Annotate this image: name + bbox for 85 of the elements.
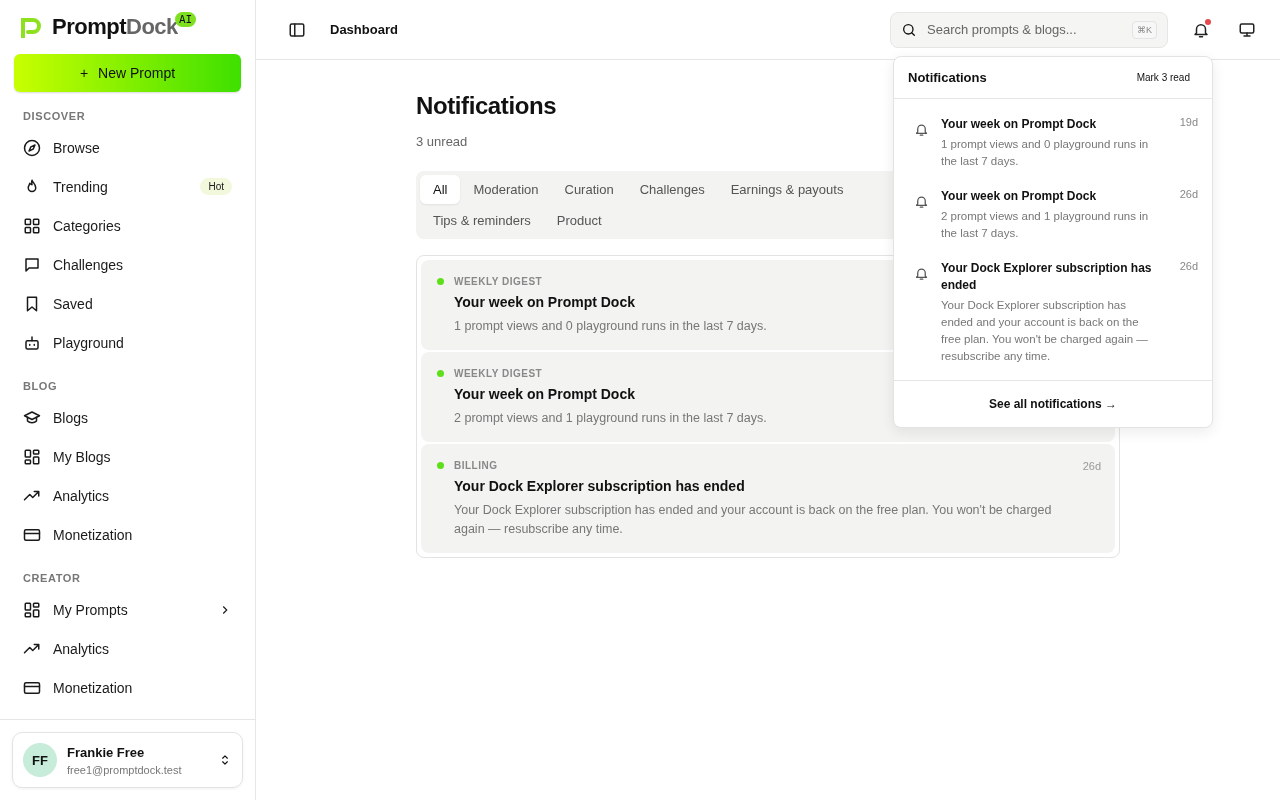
notification-time: 26d: [1082, 460, 1101, 474]
sidebar-item-label: Browse: [53, 139, 101, 156]
sidebar-item-label: Analytics: [53, 640, 111, 657]
notification-title: Your week on Prompt Dock: [454, 386, 635, 402]
dropdown-item[interactable]: Your week on Prompt Dock 2 prompt views and 1 playground runs in the last 7 days. 26d: [894, 179, 1212, 251]
sidebar-item-label: Playground: [53, 334, 125, 351]
notification-text: 2 prompt views and 1 playground runs in the last 7 days.: [454, 410, 767, 427]
logo-icon: [20, 16, 44, 38]
filter-tab[interactable]: Earnings & payouts: [717, 175, 857, 204]
user-menu[interactable]: FF Frankie Free free1@promptdock.test: [12, 732, 243, 788]
notification-category: WEEKLY DIGEST: [454, 368, 543, 379]
dropdown-item-title: Your week on Prompt Dock: [941, 116, 1098, 133]
robot-icon: [23, 333, 41, 352]
sidebar-item-label: My Prompts: [53, 601, 129, 618]
grid-icon: [23, 216, 41, 235]
dropdown-item-title: Your week on Prompt Dock: [941, 188, 1098, 205]
notification-title: Your week on Prompt Dock: [454, 294, 635, 310]
sidebar-item-label: Analytics: [53, 487, 111, 504]
sidebar-icon: [288, 20, 306, 39]
sidebar-item[interactable]: Blogs: [14, 398, 241, 437]
filter-tab[interactable]: Curation: [551, 175, 627, 204]
compass-icon: [23, 138, 41, 157]
hot-badge: Hot: [200, 178, 232, 195]
dropdown-item[interactable]: Your week on Prompt Dock 1 prompt views and 0 playground runs in the last 7 days. 19d: [894, 107, 1212, 179]
search-input[interactable]: Search prompts & blogs...: [925, 21, 1124, 38]
filter-tab[interactable]: Product: [543, 206, 615, 235]
shortcut-hint: ⌘K: [1132, 20, 1157, 39]
page-title: Notifications: [416, 92, 558, 120]
sidebar-item[interactable]: Analytics: [14, 629, 241, 668]
dashboard-icon: [23, 600, 41, 619]
sidebar-item-label: Categories: [53, 217, 122, 234]
filter-tab[interactable]: All: [420, 175, 461, 204]
section-heading: CREATOR: [22, 571, 82, 586]
chat-icon: [23, 255, 41, 274]
sidebar-item[interactable]: Browse: [14, 128, 241, 167]
dashboard-icon: [23, 447, 41, 466]
dropdown-item-text: 2 prompt views and 1 playground runs in the last 7 days.: [941, 209, 1150, 241]
sidebar-item[interactable]: Playground: [14, 323, 241, 362]
filter-tab[interactable]: Tips & reminders: [420, 206, 544, 235]
sidebar-item[interactable]: Analytics: [14, 476, 241, 515]
bell-icon: [914, 194, 929, 209]
dropdown-item-time: 26d: [1178, 188, 1198, 202]
user-name: Frankie Free: [67, 744, 146, 760]
sidebar-item-label: My Blogs: [53, 448, 112, 465]
sidebar-item-label: Monetization: [53, 679, 134, 696]
sidebar-item-label: Saved: [53, 295, 94, 312]
sidebar-item[interactable]: Categories: [14, 206, 241, 245]
user-email: free1@promptdock.test: [67, 763, 183, 776]
section-heading: BLOG: [22, 379, 59, 394]
bell-icon: [914, 266, 929, 281]
notification-text: 1 prompt views and 0 playground runs in the last 7 days.: [454, 318, 767, 335]
brand-name: PromptDock: [52, 14, 178, 40]
sidebar-item-label: Blogs: [53, 409, 90, 426]
sidebar-item-label: Trending: [53, 178, 109, 195]
page-breadcrumb: Dashboard: [330, 22, 399, 37]
mark-read-button[interactable]: Mark 3 read: [1136, 72, 1190, 83]
bell-icon: [914, 122, 929, 137]
filter-tab[interactable]: Challenges: [626, 175, 718, 204]
notification-title: Your Dock Explorer subscription has ended: [454, 478, 745, 494]
sidebar-item[interactable]: Monetization: [14, 515, 241, 554]
notification-card[interactable]: BILLING Your Dock Explorer subscription has ended Your Dock Explorer subscription has ended and your account is back on the free plan. You won't be charged again — resubscribe any time. 26d: [421, 444, 1115, 553]
unread-count: 3 unread: [416, 134, 468, 149]
sidebar-item[interactable]: Challenges: [14, 245, 241, 284]
dropdown-item-text: 1 prompt views and 0 playground runs in the last 7 days.: [941, 137, 1150, 169]
sidebar-item[interactable]: Saved: [14, 284, 241, 323]
notification-category: BILLING: [454, 460, 498, 471]
monitor-icon: [1238, 20, 1256, 39]
notification-text: Your Dock Explorer subscription has ended and your account is back on the free plan. You won't be charged again — resubscribe any time.: [454, 502, 1053, 538]
search-field[interactable]: Search prompts & blogs... ⌘K: [890, 11, 1168, 48]
sidebar-item[interactable]: My Prompts: [14, 590, 241, 629]
dropdown-title: Notifications: [908, 70, 987, 85]
search-icon: [901, 21, 917, 38]
ai-badge: AI: [175, 12, 197, 27]
sidebar-item-label: Challenges: [53, 256, 125, 273]
dropdown-item-time: 26d: [1178, 260, 1198, 274]
sidebar-item-label: Monetization: [53, 526, 134, 543]
filter-tab[interactable]: Moderation: [460, 175, 552, 204]
sidebar-item[interactable]: Trending Hot: [14, 167, 241, 206]
sidebar-item[interactable]: Monetization: [14, 668, 241, 707]
sidebar-item[interactable]: My Blogs: [14, 437, 241, 476]
section-heading: DISCOVER: [22, 109, 87, 124]
user-avatar: FF: [23, 743, 57, 777]
new-prompt-button[interactable]: + New Prompt: [14, 54, 241, 92]
notification-category: WEEKLY DIGEST: [454, 276, 543, 287]
dropdown-item-time: 19d: [1178, 116, 1198, 130]
